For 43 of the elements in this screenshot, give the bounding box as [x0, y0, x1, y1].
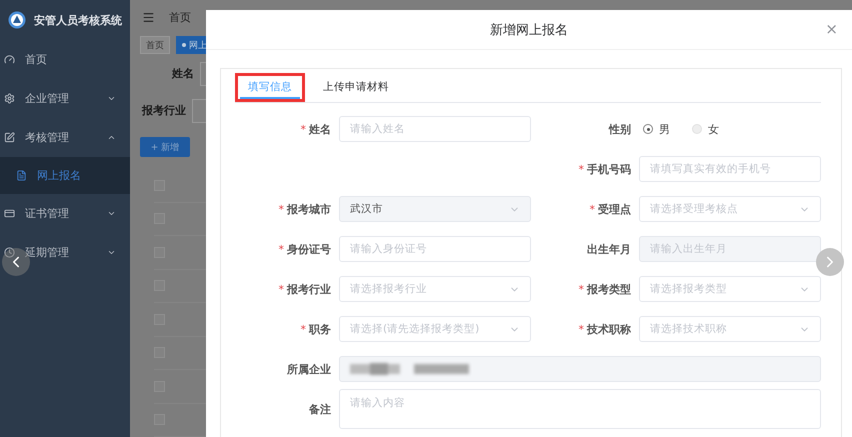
- input-field[interactable]: 请输入身份证号: [339, 236, 531, 262]
- logo-icon: [8, 11, 26, 29]
- field-label: * 报考类型: [578, 282, 632, 296]
- select-field[interactable]: 请选择受理考核点: [639, 196, 821, 222]
- app-title: 安管人员考核系统: [34, 12, 122, 28]
- field-label: * 技术职称: [578, 322, 632, 336]
- input-field[interactable]: 请填写真实有效的手机号: [639, 156, 821, 182]
- input-field[interactable]: 请输入姓名: [339, 116, 531, 142]
- tab[interactable]: 填写信息: [240, 77, 300, 99]
- field-label: * 报考城市: [278, 202, 332, 216]
- tab[interactable]: 上传申请材料: [315, 73, 397, 102]
- select-field[interactable]: 请选择报考类型: [639, 276, 821, 302]
- field-label: * 职务: [300, 322, 332, 336]
- submenu-item[interactable]: 网上报名: [0, 157, 130, 194]
- page-tag[interactable]: 首页: [140, 36, 170, 54]
- filter-label: 报考行业: [142, 103, 186, 118]
- document-icon: [16, 170, 27, 181]
- textarea-field[interactable]: 请输入内容: [339, 389, 821, 429]
- radio-option[interactable]: 女: [692, 122, 719, 136]
- breadcrumb: 首页: [169, 10, 191, 25]
- menu-item[interactable]: 延期管理: [0, 233, 130, 272]
- field-label: 出生年月: [587, 242, 632, 256]
- field-label: * 报考行业: [278, 282, 332, 296]
- filter-label: 姓名: [172, 66, 194, 82]
- field-label: 所属企业: [287, 362, 332, 376]
- menu-item[interactable]: 证书管理: [0, 194, 130, 233]
- menu-item[interactable]: 企业管理: [0, 79, 130, 118]
- dialog-title: 新增网上报名: [490, 22, 568, 38]
- field-label: * 受理点: [590, 202, 632, 216]
- field-label: 性别: [609, 122, 632, 136]
- field-label: * 姓名: [300, 122, 332, 136]
- menu-item[interactable]: 首页: [0, 40, 130, 79]
- menu-item[interactable]: 考核管理: [0, 118, 130, 157]
- radio-option[interactable]: 男: [643, 122, 670, 136]
- add-button[interactable]: + 新增: [140, 137, 190, 157]
- close-button[interactable]: ×: [823, 20, 840, 38]
- select-field[interactable]: 请选择报考行业: [339, 276, 531, 302]
- field-label: * 手机号码: [578, 162, 632, 176]
- field-label: 备注: [309, 402, 332, 416]
- radio-icon[interactable]: [643, 124, 653, 134]
- field-label: * 身份证号: [278, 242, 332, 256]
- select-field[interactable]: 请选择(请先选择报考类型): [339, 316, 531, 342]
- select-field[interactable]: 请选择技术职称: [639, 316, 821, 342]
